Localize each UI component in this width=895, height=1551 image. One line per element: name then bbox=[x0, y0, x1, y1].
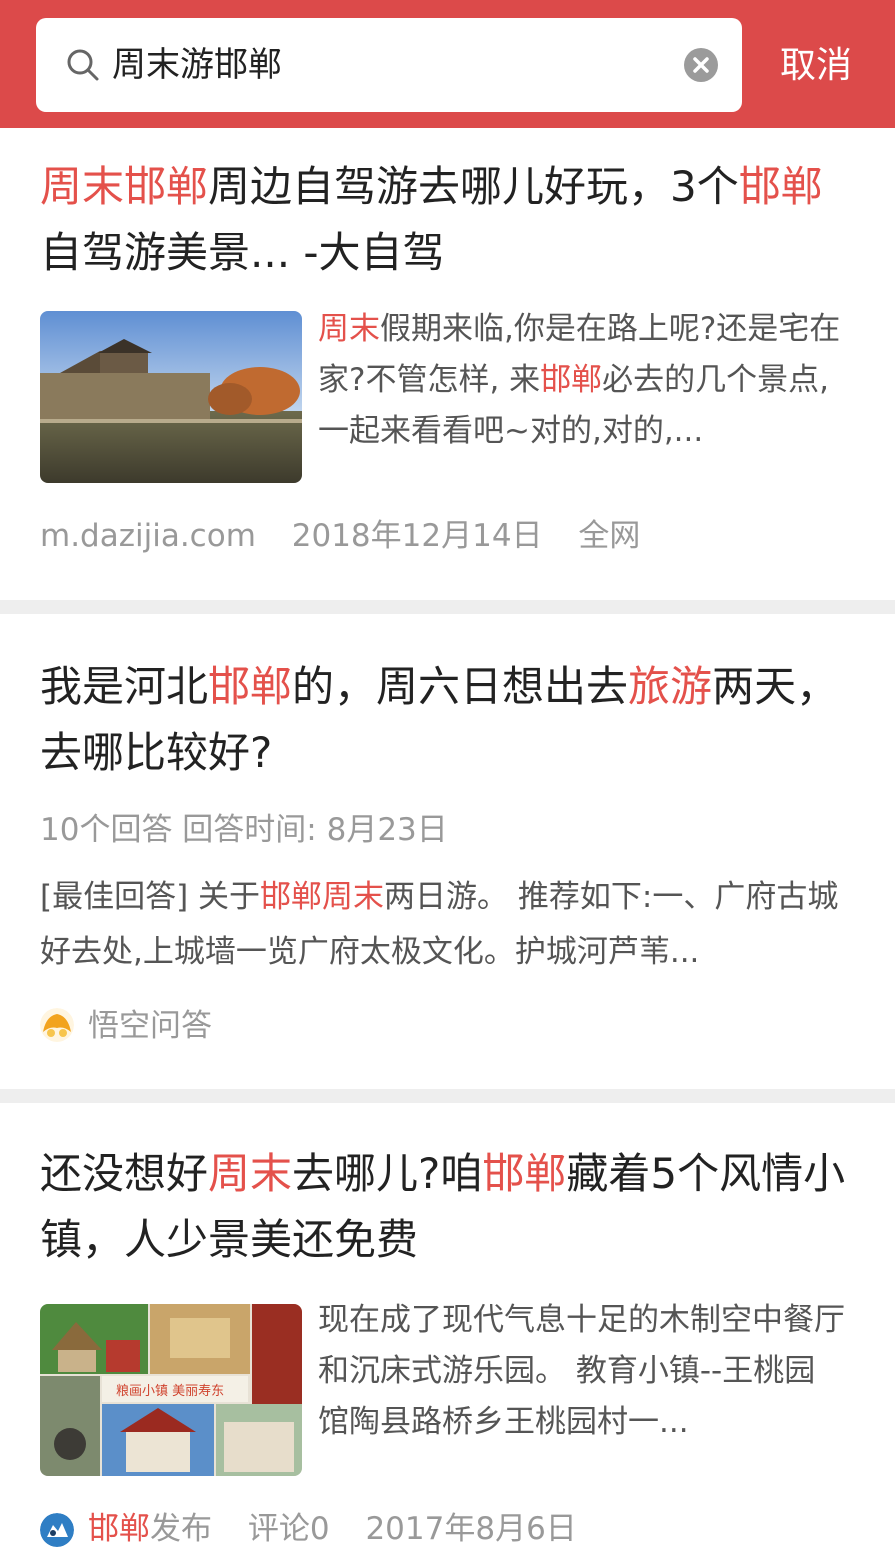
result-divider bbox=[0, 1089, 895, 1103]
result-snippet: 周末假期来临,你是在路上呢?还是宅在家?不管怎样, 来邯郸必去的几个景点,一起来… bbox=[318, 304, 848, 457]
answer-info: 10个回答 回答时间: 8月23日 bbox=[40, 812, 448, 848]
result-date: 2018年12月14日 bbox=[291, 518, 543, 554]
text-segment: 去哪儿?咱 bbox=[292, 1149, 483, 1198]
source-highlight: 邯郸 bbox=[88, 1511, 150, 1547]
highlight-text: 周末 bbox=[208, 1149, 293, 1198]
cancel-button[interactable]: 取消 bbox=[780, 42, 852, 90]
text-segment: 还没想好 bbox=[40, 1149, 209, 1198]
highlight-text: 周末 bbox=[318, 311, 380, 347]
result-source: 邯郸发布 bbox=[88, 1511, 212, 1547]
handan-publisher-icon bbox=[40, 1513, 74, 1547]
text-segment: 的，周六日想出去 bbox=[292, 662, 629, 711]
result-source: m.dazijia.com bbox=[40, 518, 256, 554]
result-meta: 邯郸发布 评论0 2017年8月6日 bbox=[88, 1507, 603, 1551]
search-result-2[interactable]: 我是河北邯郸的，周六日想出去旅游两天，去哪比较好? 10个回答 回答时间: 8月… bbox=[0, 614, 895, 1089]
result-thumbnail bbox=[40, 311, 302, 483]
result-snippet: 现在成了现代气息十足的木制空中餐厅和沉床式游乐园。 教育小镇--王桃园 馆陶县路… bbox=[318, 1295, 848, 1448]
search-result-3[interactable]: 还没想好周末去哪儿?咱邯郸藏着5个风情小镇，人少景美还免费 粮画小镇 美丽寿东 … bbox=[0, 1103, 895, 1547]
highlight-text: 邯郸 bbox=[482, 1149, 567, 1198]
result-thumbnail: 粮画小镇 美丽寿东 bbox=[40, 1304, 302, 1476]
result-divider bbox=[0, 600, 895, 614]
highlight-text: 旅游 bbox=[628, 662, 713, 711]
result-title[interactable]: 还没想好周末去哪儿?咱邯郸藏着5个风情小镇，人少景美还免费 bbox=[40, 1141, 860, 1273]
result-scope: 全网 bbox=[578, 518, 641, 554]
clear-icon[interactable] bbox=[684, 48, 718, 82]
search-input[interactable]: 周末游邯郸 bbox=[112, 42, 282, 88]
result-title[interactable]: 我是河北邯郸的，周六日想出去旅游两天，去哪比较好? bbox=[40, 654, 860, 786]
result-comments: 评论0 bbox=[247, 1511, 330, 1547]
text-segment: 周边自驾游去哪儿好玩，3个 bbox=[208, 162, 739, 211]
highlight-text: 周末邯郸 bbox=[40, 162, 209, 211]
search-header: 周末游邯郸 取消 bbox=[0, 0, 895, 128]
search-result-1[interactable]: 周末邯郸周边自驾游去哪儿好玩，3个邯郸自驾游美景... -大自驾 周末假期来临,… bbox=[0, 128, 895, 600]
thumbnail-caption: 粮画小镇 美丽寿东 bbox=[116, 1384, 224, 1399]
search-icon bbox=[67, 49, 99, 81]
result-source: 悟空问答 bbox=[88, 1008, 212, 1044]
text-segment: 我是河北 bbox=[40, 662, 209, 711]
result-snippet: [最佳回答] 关于邯郸周末两日游。 推荐如下:一、广府古城好去处,上城墙一览广府… bbox=[40, 870, 850, 980]
result-date: 2017年8月6日 bbox=[365, 1511, 577, 1547]
text-segment: [最佳回答] 关于 bbox=[40, 879, 261, 915]
text-segment: 自驾游美景... -大自驾 bbox=[40, 228, 445, 277]
highlight-text: 邯郸 bbox=[208, 662, 293, 711]
result-title[interactable]: 周末邯郸周边自驾游去哪儿好玩，3个邯郸自驾游美景... -大自驾 bbox=[40, 154, 860, 286]
highlight-text: 邯郸 bbox=[540, 362, 603, 398]
source-suffix: 发布 bbox=[150, 1511, 212, 1547]
highlight-text: 邯郸 bbox=[738, 162, 823, 211]
highlight-text: 邯郸周末 bbox=[260, 879, 385, 915]
text-segment: 现在成了现代气息十足的木制空中餐厅和沉床式游乐园。 教育小镇--王桃园 馆陶县路… bbox=[318, 1302, 845, 1440]
result-meta: m.dazijia.com 2018年12月14日 全网 bbox=[40, 514, 666, 558]
wukong-avatar-icon bbox=[40, 1008, 74, 1042]
